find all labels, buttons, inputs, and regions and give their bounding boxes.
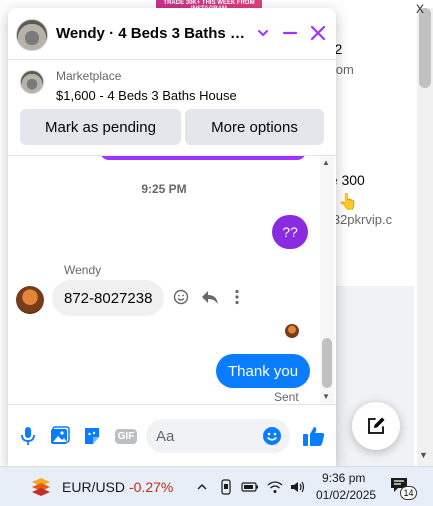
message-bubble-outgoing-thanks[interactable]: Thank you [216,354,311,388]
pointing-hand-emoji: 👆 [338,194,358,211]
chevron-up-icon[interactable] [192,477,212,497]
marketplace-label: Marketplace [56,69,122,83]
message-timestamp: 9:25 PM [141,182,187,196]
taskbar: EUR/USD -0.27% 9:36 pm 01/02/2025 14 [0,466,433,506]
page-scroll-down-arrow[interactable]: ▼ [419,450,428,460]
message-bubble-incoming[interactable]: 872-8027238 [52,280,165,316]
more-actions-icon[interactable] [226,286,248,308]
chat-title[interactable]: Wendy · 4 Beds 3 Baths H... [56,25,246,42]
chat-window: Wendy · 4 Beds 3 Baths H... Marketplace … [8,8,336,466]
seen-avatar [285,324,299,338]
message-status: Sent [274,390,299,404]
photo-icon[interactable] [48,424,72,448]
react-emoji-icon[interactable] [170,286,192,308]
message-scroll-down-arrow[interactable]: ▼ [322,392,330,401]
volume-icon[interactable] [288,477,308,497]
message-scroll-up-arrow[interactable]: ▲ [322,158,330,167]
marketplace-listing: Marketplace $1,600 - 4 Beds 3 Baths Hous… [8,60,336,156]
page-scrollbar-thumb[interactable] [419,8,431,88]
minimize-icon[interactable] [277,20,303,46]
listing-thumbnail[interactable] [20,70,44,94]
chat-header: Wendy · 4 Beds 3 Baths H... [8,8,336,60]
clock-date[interactable]: 01/02/2025 [316,488,376,502]
message-bubble-outgoing-partial [100,156,306,160]
gif-icon[interactable]: GIF [112,424,140,448]
currency-pair[interactable]: EUR/USD [62,479,125,495]
chevron-down-icon[interactable] [250,20,276,46]
like-icon[interactable] [302,424,326,448]
sender-avatar[interactable] [16,286,44,314]
listing-avatar[interactable] [16,19,48,51]
new-message-button[interactable] [352,402,400,450]
sender-name: Wendy [64,263,102,277]
close-icon[interactable] [305,20,331,46]
clock-time[interactable]: 9:36 pm [322,471,365,485]
battery-icon[interactable] [240,477,260,497]
message-bubble-outgoing[interactable]: ?? [272,215,308,249]
more-options-button[interactable]: More options [185,109,324,145]
reply-icon[interactable] [199,286,221,308]
listing-title[interactable]: $1,600 - 4 Beds 3 Baths House [56,88,237,103]
sticker-icon[interactable] [80,424,104,448]
forex-widget-icon[interactable] [30,476,52,498]
currency-change: -0.27% [129,479,174,495]
compose-icon [368,417,385,434]
message-list: 9:25 PM ?? Wendy 872-8027238 Thank you S… [8,156,336,404]
mark-as-pending-button[interactable]: Mark as pending [20,109,181,145]
wifi-icon[interactable] [265,477,285,497]
message-composer: GIF [8,404,336,466]
microphone-icon[interactable] [16,424,40,448]
message-scrollbar-thumb[interactable] [322,338,332,388]
notification-count-badge: 14 [400,486,417,500]
emoji-icon[interactable] [260,424,284,448]
gif-icon-label: GIF [114,428,138,444]
background-close-icon[interactable]: x [416,0,424,18]
device-icon[interactable] [216,477,236,497]
